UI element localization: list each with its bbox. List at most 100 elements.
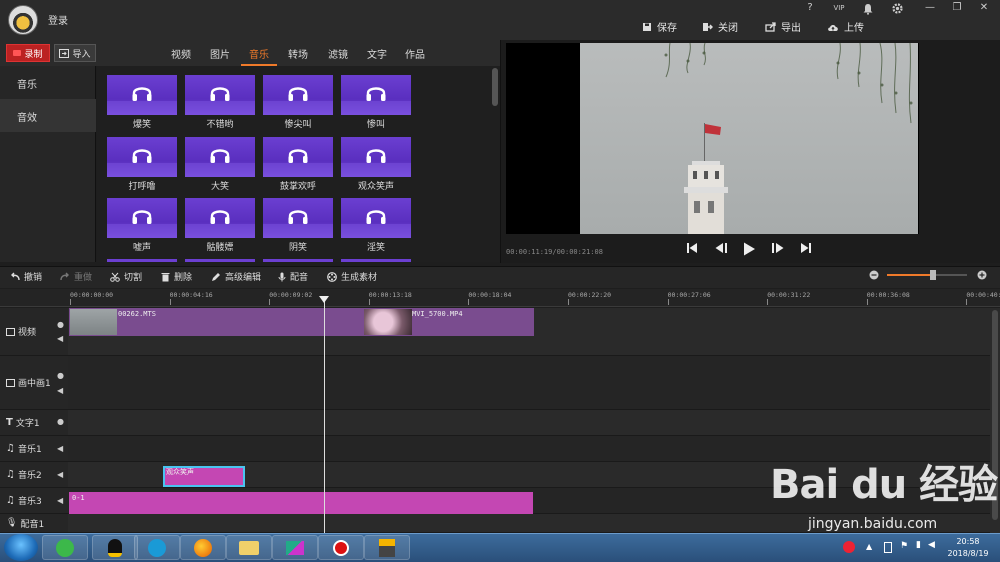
sound-effect-tile[interactable] <box>263 198 333 238</box>
vip-icon[interactable]: VIP <box>828 4 850 12</box>
dub-button[interactable]: 配音 <box>278 270 308 283</box>
sound-effect-tile[interactable] <box>341 259 411 262</box>
ruler-tick-mark <box>368 299 370 305</box>
sound-effect-tile[interactable] <box>107 198 177 238</box>
audio-clip[interactable] <box>69 492 533 514</box>
volume-icon[interactable]: ◀ <box>928 540 935 550</box>
maximize-icon[interactable]: ❐ <box>946 2 968 13</box>
redo-label: 重做 <box>74 273 93 283</box>
sound-effect-label: 鼓掌欢呼 <box>279 182 316 192</box>
advanced-edit-label: 高级编辑 <box>225 273 262 283</box>
pencil-icon <box>212 272 220 281</box>
app-icon-green[interactable] <box>272 535 318 560</box>
skip-forward-icon[interactable] <box>800 242 812 254</box>
eye-icon[interactable]: ● <box>57 371 64 380</box>
next-frame-icon[interactable] <box>771 242 785 254</box>
upload-button[interactable]: 上传 <box>827 19 864 34</box>
sound-effect-tile[interactable] <box>107 259 177 262</box>
zoom-out-icon[interactable] <box>869 270 879 280</box>
gear-icon[interactable] <box>891 2 904 15</box>
sound-effect-label: 惨尖叫 <box>284 120 312 130</box>
video-editor-icon[interactable] <box>364 535 410 560</box>
import-button[interactable]: 导入 <box>54 44 96 62</box>
tab-text[interactable]: 文字 <box>367 46 387 61</box>
track-pip[interactable] <box>68 356 990 410</box>
category-music[interactable]: 音乐 <box>0 66 96 99</box>
sound-effect-tile[interactable] <box>185 259 255 262</box>
recorder-icon[interactable] <box>318 535 364 560</box>
start-button[interactable] <box>4 534 38 561</box>
undo-button[interactable]: 撤销 <box>10 270 42 283</box>
audio-clip-label: 0-1 <box>72 494 85 502</box>
sound-effect-tile[interactable] <box>263 259 333 262</box>
sound-effect-tile[interactable] <box>185 198 255 238</box>
sound-effect-tile[interactable] <box>185 75 255 115</box>
ruler-tick-label: 00:00:04:16 <box>169 291 213 299</box>
redo-button[interactable]: 重做 <box>60 270 92 283</box>
text-track-icon: T <box>6 417 13 428</box>
tab-music[interactable]: 音乐 <box>249 46 269 61</box>
category-sound-effect[interactable]: 音效 <box>0 99 96 132</box>
minimize-icon[interactable]: — <box>919 2 941 13</box>
track-label: 视频 <box>18 328 37 338</box>
sound-effect-tile[interactable] <box>263 75 333 115</box>
prev-frame-icon[interactable] <box>714 242 728 254</box>
speaker-icon[interactable]: ◀ <box>57 496 63 505</box>
login-link[interactable]: 登录 <box>48 12 68 27</box>
system-clock[interactable]: 20:58 2018/8/19 <box>940 536 996 560</box>
folder-icon[interactable] <box>226 535 272 560</box>
network-icon[interactable]: ▮ <box>916 540 921 550</box>
tab-filter[interactable]: 滤镜 <box>328 46 348 61</box>
headphones-icon <box>210 149 230 163</box>
zoom-in-icon[interactable] <box>977 270 987 280</box>
speaker-icon[interactable]: ◀ <box>57 444 63 453</box>
close-icon[interactable]: ✕ <box>973 2 995 13</box>
eye-icon[interactable]: ● <box>57 320 64 329</box>
ruler-tick-mark <box>767 299 769 305</box>
sogou-ime-icon[interactable] <box>843 541 855 553</box>
tray-arrow-icon[interactable]: ▲ <box>866 542 872 551</box>
cut-button[interactable]: 切割 <box>110 270 142 283</box>
bell-icon[interactable] <box>862 3 874 15</box>
sound-effect-tile[interactable] <box>107 137 177 177</box>
delete-button[interactable]: 删除 <box>161 270 192 283</box>
library-scrollbar[interactable] <box>492 68 498 106</box>
sound-effect-tile[interactable] <box>341 75 411 115</box>
zoom-slider-handle[interactable] <box>930 270 936 280</box>
baidu-watermark: Bai du 经验 <box>770 462 998 508</box>
generate-material-button[interactable]: 生成素材 <box>327 270 377 283</box>
tab-image[interactable]: 图片 <box>210 46 230 61</box>
flag-icon[interactable]: ⚑ <box>900 541 908 551</box>
record-button[interactable]: 录制 <box>6 44 50 62</box>
close-project-button[interactable]: 关闭 <box>702 19 738 34</box>
sound-effect-tile[interactable] <box>341 137 411 177</box>
sound-effect-tile[interactable] <box>341 198 411 238</box>
avatar[interactable] <box>8 5 38 35</box>
export-button[interactable]: 导出 <box>765 19 801 34</box>
playhead[interactable] <box>324 297 325 533</box>
usb-icon[interactable] <box>884 542 892 553</box>
exit-icon <box>703 22 713 31</box>
media-player-icon[interactable] <box>134 535 180 560</box>
app-icon-360[interactable] <box>42 535 88 560</box>
play-icon[interactable] <box>743 242 756 256</box>
tab-works[interactable]: 作品 <box>405 46 425 61</box>
skip-back-icon[interactable] <box>686 242 698 254</box>
advanced-edit-button[interactable]: 高级编辑 <box>211 270 261 283</box>
help-icon[interactable]: ? <box>799 2 821 13</box>
firefox-icon[interactable] <box>180 535 226 560</box>
speaker-icon[interactable]: ◀ <box>57 386 63 395</box>
sound-effect-tile[interactable] <box>185 137 255 177</box>
speaker-icon[interactable]: ◀ <box>57 470 63 479</box>
eye-icon[interactable]: ● <box>57 417 64 426</box>
playhead-handle[interactable] <box>319 296 329 303</box>
qq-icon[interactable] <box>92 535 138 560</box>
sound-effect-tile[interactable] <box>107 75 177 115</box>
speaker-icon[interactable]: ◀ <box>57 334 63 343</box>
save-button[interactable]: 保存 <box>642 19 677 34</box>
track-text[interactable] <box>68 410 990 436</box>
tab-transition[interactable]: 转场 <box>288 46 308 61</box>
timecode: 00:00:11:19/00:00:21:08 <box>506 248 603 256</box>
sound-effect-tile[interactable] <box>263 137 333 177</box>
tab-video[interactable]: 视频 <box>171 46 191 61</box>
